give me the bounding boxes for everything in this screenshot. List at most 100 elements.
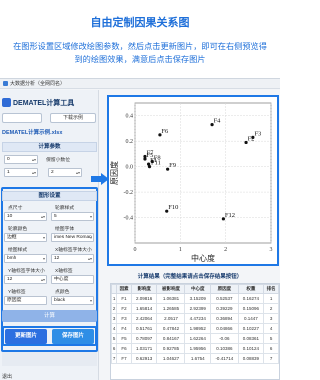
table-row: 7 F7 0.62913 1.04627 1.6754 -0.41714 0.08839 7 — [111, 353, 279, 364]
table-row: 4 F4 0.51761 0.47842 1.98952 0.04866 0.10227 4 — [111, 323, 279, 334]
app-logo-icon — [2, 98, 11, 107]
data-point-label: F9 — [169, 162, 176, 169]
table-cell: 0.15096 — [237, 303, 265, 314]
banner-title: 自由定制因果关系图 — [90, 17, 190, 29]
open-file-button[interactable] — [2, 113, 42, 123]
setting-label: 绘图样式 — [8, 248, 28, 253]
calculate-button[interactable]: 计算 — [2, 310, 97, 322]
table-cell: F6 — [116, 343, 132, 354]
plot-style-select[interactable]: bmh ▾ — [4, 254, 47, 263]
column-header: 原因度 — [209, 284, 239, 294]
table-cell: 0.36894 — [209, 313, 239, 324]
x-tick-label: 1 — [179, 247, 182, 253]
table-cell: 4.47234 — [184, 313, 211, 324]
calc-params-header: 计算参数 — [2, 142, 97, 152]
table-cell: 0.52537 — [209, 293, 239, 304]
y-tick-label: 0.0 — [126, 165, 134, 171]
chevron-down-icon: ▾ — [89, 214, 92, 219]
graph-settings-header: 图形设置 — [2, 191, 97, 201]
data-point-label: F4 — [214, 118, 222, 125]
results-table-panel: 因素 影响度 被影响度 中心度 原因度 权重 排名 1 F1 2.09816 1.06381 3.1… — [110, 283, 280, 380]
table-cell: 0.10227 — [237, 323, 265, 334]
window-title: 大数据分析（全网同名） — [10, 81, 66, 87]
spin-arrow-icon: ▴▾ — [31, 157, 36, 162]
table-row: 5 F5 0.78097 0.84167 1.62264 -0.06 0.08361 5 — [111, 333, 279, 344]
data-point-label: F3 — [254, 130, 261, 137]
y-label-fontsize-input[interactable]: 12 ▴▾ — [4, 275, 47, 284]
table-cell: 0.62913 — [130, 353, 158, 364]
data-point-label: F10 — [168, 204, 178, 211]
table-cell: 2.09816 — [130, 293, 158, 304]
point-color-select[interactable]: black ▾ — [51, 296, 94, 305]
y-tick-label: 0.4 — [126, 114, 134, 120]
table-cell: 0.10386 — [209, 343, 239, 354]
save-plot-button[interactable]: 保存图片 — [52, 329, 94, 344]
spin-arrow-icon: ▴▾ — [87, 256, 92, 261]
table-row: 3 F3 2.42064 2.0517 4.47234 0.36894 0.1447 3 — [111, 313, 279, 324]
table-cell: F1 — [116, 293, 132, 304]
setting-label: 绘图字体 — [55, 227, 75, 232]
setting-label: 点尺寸 — [8, 206, 23, 211]
file-name: DEMATEL计算示例.xlsx — [2, 130, 63, 136]
table-cell: 1.04627 — [156, 353, 186, 364]
setting-label: X轴标签字体大小 — [55, 248, 92, 253]
spin-arrow-icon: ▴▾ — [40, 277, 45, 282]
table-cell: 1 — [263, 293, 279, 304]
x-tick-label: 2 — [224, 247, 227, 253]
setting-label: 轮廓样式 — [55, 206, 75, 211]
x-axis-label: 中心度 — [191, 253, 215, 263]
table-cell: F5 — [116, 333, 132, 344]
table-cell: 1.62264 — [184, 333, 211, 344]
window-titlebar: 大数据分析（全网同名） — [0, 79, 280, 89]
table-cell: 1.6754 — [184, 353, 211, 364]
calc-param-input-1[interactable]: 0 ▴▾ — [4, 155, 38, 164]
x-label-input[interactable]: 中心度 — [51, 275, 94, 284]
chevron-down-icon: ▾ — [42, 256, 45, 261]
font-select[interactable]: imes New Roman ▾ — [51, 233, 94, 242]
setting-label: 轮廓颜色 — [8, 227, 28, 232]
action-buttons: 更新图片 保存图片 — [2, 329, 97, 345]
table-row: 6 F6 1.03171 0.92785 1.95956 0.10386 0.10124 6 — [111, 343, 279, 354]
spin-arrow-icon: ▴▾ — [75, 170, 80, 175]
y-tick-label: -0.2 — [124, 190, 134, 196]
file-button-row: 下载示例 — [2, 113, 97, 124]
outline-color-select[interactable]: 边框 ▾ — [4, 233, 47, 242]
table-cell: 0.92785 — [156, 343, 186, 354]
table-cell: F2 — [116, 303, 132, 314]
table-cell: F3 — [116, 313, 132, 324]
table-cell: 0.08839 — [237, 353, 265, 364]
column-header: 排名 — [263, 284, 279, 294]
column-header: 影响度 — [130, 284, 158, 294]
table-cell: -0.41714 — [209, 353, 239, 364]
outline-style-select[interactable]: 5 ▾ — [51, 212, 94, 221]
plot-panel: 0 1 2 3 0.4 0.2 0.0 -0.2 -0.4 中心度 原因度 F1 F2 F3 F4 F5 F6 F… — [107, 95, 279, 266]
table-cell: 0.47842 — [156, 323, 186, 334]
calc-param-label-1: 保留小数位 — [46, 158, 70, 163]
y-tick-label: -0.4 — [124, 216, 134, 222]
table-cell: 1.95956 — [184, 343, 211, 354]
table-cell: 2 — [263, 303, 279, 314]
column-header: 因素 — [116, 284, 132, 294]
spin-arrow-icon: ▴▾ — [40, 214, 45, 219]
table-cell: 0.39229 — [209, 303, 239, 314]
column-header: 中心度 — [184, 284, 211, 294]
setting-label: X轴标签 — [55, 269, 73, 274]
update-plot-button[interactable]: 更新图片 — [5, 329, 47, 344]
data-point-label: F6 — [161, 128, 169, 135]
data-point-label: F11 — [151, 160, 161, 167]
x-label-fontsize-input[interactable]: 12 ▴▾ — [51, 254, 94, 263]
table-cell: -0.06 — [209, 333, 239, 344]
table-cell: 0.78097 — [130, 333, 158, 344]
y-tick-label: 0.2 — [126, 139, 134, 145]
calc-param-input-3[interactable]: 2 ▴▾ — [48, 168, 82, 177]
table-cell: 1.65814 — [130, 303, 158, 314]
table-cell: 1.98952 — [184, 323, 211, 334]
y-label-input[interactable]: 原因度 — [4, 296, 47, 305]
calc-param-input-2[interactable]: 1 ▴▾ — [4, 168, 38, 177]
table-cell: 2.0517 — [156, 313, 186, 324]
exit-button[interactable]: 退出 — [2, 373, 12, 380]
table-cell: 0.04866 — [209, 323, 239, 334]
app-icon — [3, 81, 8, 86]
point-size-input[interactable]: 10 ▴▾ — [4, 212, 47, 221]
download-example-button[interactable]: 下载示例 — [50, 113, 96, 123]
